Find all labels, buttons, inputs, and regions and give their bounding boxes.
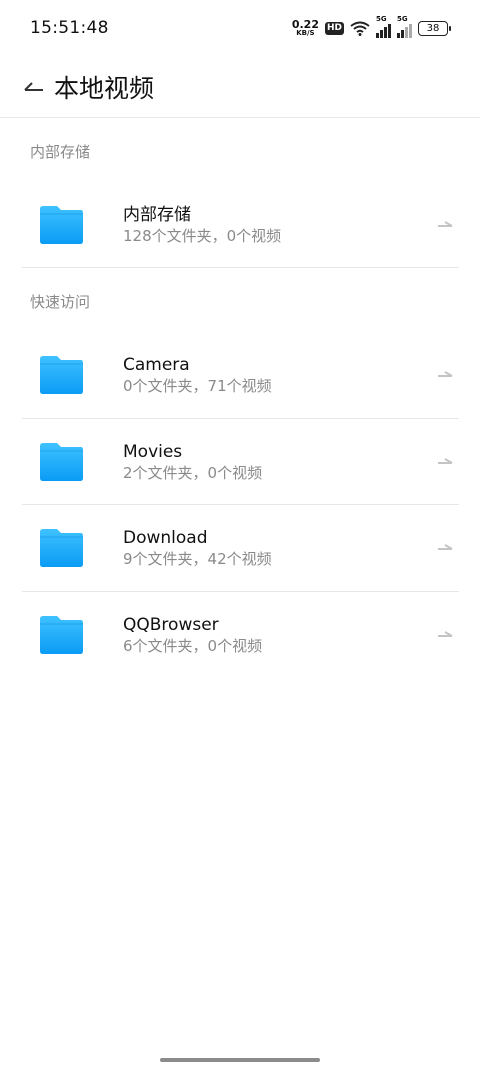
folder-detail: 0个文件夹，71个视频 bbox=[123, 377, 272, 395]
folder-name: Camera bbox=[123, 355, 190, 375]
folder-texts: Download 9个文件夹，42个视频 bbox=[123, 527, 272, 569]
hd-volte-icon: HD bbox=[324, 21, 344, 35]
sim2-network-type: 5G bbox=[397, 15, 408, 23]
folder-texts: Movies 2个文件夹，0个视频 bbox=[123, 441, 262, 483]
folder-icon bbox=[40, 206, 83, 244]
back-arrow-icon bbox=[24, 81, 43, 91]
status-bar: 15:51:48 0.22 KB/S HD 5G 5G 38 bbox=[0, 0, 480, 56]
folder-detail: 128个文件夹，0个视频 bbox=[123, 227, 282, 245]
status-icons: 0.22 KB/S HD 5G 5G 38 bbox=[292, 15, 451, 38]
folder-texts: Camera 0个文件夹，71个视频 bbox=[123, 354, 272, 396]
folder-name: Movies bbox=[123, 442, 183, 462]
folder-row-internal-storage[interactable]: 内部存储 128个文件夹，0个视频 bbox=[0, 182, 480, 268]
folder-row-camera[interactable]: Camera 0个文件夹，71个视频 bbox=[0, 332, 480, 418]
folder-detail: 9个文件夹，42个视频 bbox=[123, 550, 272, 568]
more-icon[interactable] bbox=[436, 220, 454, 230]
folder-name: 内部存储 bbox=[123, 205, 191, 225]
section-header-quick-access: 快速访问 bbox=[30, 293, 91, 311]
more-icon[interactable] bbox=[436, 543, 454, 553]
more-icon[interactable] bbox=[436, 370, 454, 380]
wifi-icon bbox=[350, 21, 370, 36]
folder-row-download[interactable]: Download 9个文件夹，42个视频 bbox=[0, 505, 480, 591]
more-icon[interactable] bbox=[436, 630, 454, 640]
status-time: 15:51:48 bbox=[30, 18, 109, 38]
folder-texts: 内部存储 128个文件夹，0个视频 bbox=[123, 204, 281, 246]
divider bbox=[22, 267, 459, 268]
page-title: 本地视频 bbox=[54, 73, 155, 103]
network-speed-unit: KB/S bbox=[296, 29, 315, 37]
sim1-network-type: 5G bbox=[376, 15, 387, 23]
folder-icon bbox=[40, 529, 83, 567]
cellular-signal-icon-1: 5G bbox=[376, 15, 391, 38]
app-bar: 本地视频 bbox=[0, 56, 480, 118]
back-button[interactable] bbox=[14, 67, 54, 107]
section-header-internal: 内部存储 bbox=[30, 143, 91, 161]
more-icon[interactable] bbox=[436, 457, 454, 467]
folder-icon bbox=[40, 443, 83, 481]
folder-name: QQBrowser bbox=[123, 615, 219, 635]
folder-texts: QQBrowser 6个文件夹，0个视频 bbox=[123, 614, 262, 656]
battery-level: 38 bbox=[426, 22, 440, 34]
folder-icon bbox=[40, 356, 83, 394]
folder-detail: 6个文件夹，0个视频 bbox=[123, 637, 263, 655]
cellular-signal-icon-2: 5G bbox=[397, 15, 412, 38]
folder-detail: 2个文件夹，0个视频 bbox=[123, 464, 263, 482]
network-speed: 0.22 KB/S bbox=[292, 19, 319, 37]
battery-icon: 38 bbox=[418, 20, 451, 36]
folder-name: Download bbox=[123, 528, 208, 548]
home-indicator[interactable] bbox=[160, 1058, 320, 1062]
folder-icon bbox=[40, 616, 83, 654]
folder-row-qqbrowser[interactable]: QQBrowser 6个文件夹，0个视频 bbox=[0, 592, 480, 678]
folder-row-movies[interactable]: Movies 2个文件夹，0个视频 bbox=[0, 419, 480, 505]
